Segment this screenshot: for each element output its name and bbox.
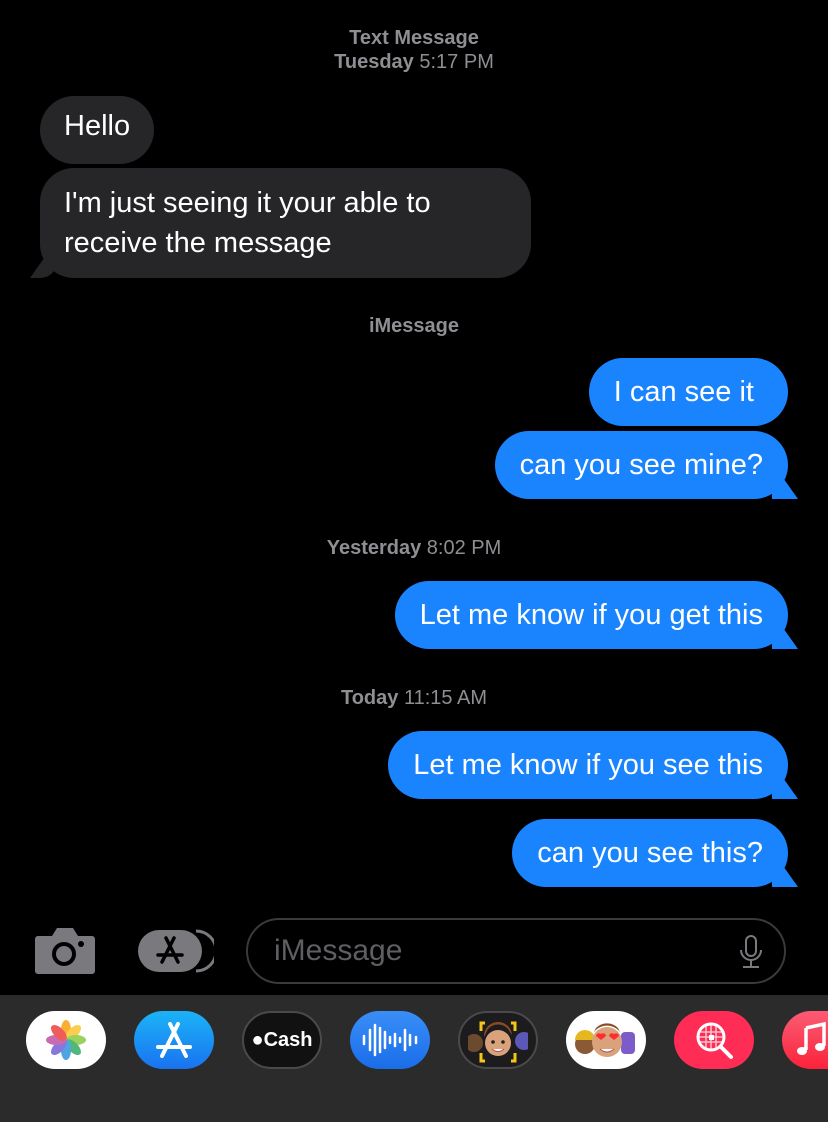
- app-store-icon: [138, 929, 214, 973]
- timestamp-divider: Today 11:15 AM: [340, 687, 487, 709]
- timestamp-divider: Yesterday 8:02 PM: [326, 537, 502, 559]
- app-apple-cash[interactable]: ●Cash: [242, 1011, 322, 1069]
- sent-message[interactable]: Let me know if you get this: [394, 581, 788, 649]
- app-store[interactable]: [134, 1011, 214, 1069]
- music-icon: [797, 1021, 826, 1055]
- audio-waveform-icon: [362, 1023, 418, 1057]
- apple-cash-icon: ●Cash: [251, 1028, 313, 1051]
- received-message[interactable]: I'm just seeing it your able to receive …: [40, 168, 531, 278]
- message-input[interactable]: iMessage: [246, 918, 786, 984]
- sent-message[interactable]: can you see mine?: [494, 431, 788, 499]
- app-drawer: ●Cash: [0, 995, 828, 1122]
- apps-button[interactable]: [138, 928, 214, 974]
- camera-icon: [35, 928, 95, 974]
- sent-message[interactable]: I can see it: [588, 358, 788, 426]
- timestamp-day: Tuesday: [334, 51, 414, 73]
- composer-bar: iMessage: [0, 916, 828, 988]
- microphone-icon[interactable]: [738, 934, 764, 970]
- timestamp-time: 5:17 PM: [419, 51, 494, 73]
- sent-message[interactable]: can you see this?: [512, 819, 788, 887]
- camera-button[interactable]: [34, 924, 96, 976]
- app-audio-message[interactable]: [350, 1011, 430, 1069]
- sent-message[interactable]: Let me know if you see this: [388, 731, 788, 799]
- memoji-icon: [468, 1021, 528, 1063]
- memoji-stickers-icon: [575, 1023, 635, 1057]
- thread-header-timestamp: Text Message Tuesday 5:17 PM: [0, 26, 828, 74]
- app-images-search[interactable]: [674, 1011, 754, 1069]
- app-music[interactable]: [782, 1011, 828, 1069]
- globe-search-icon: [696, 1022, 733, 1059]
- app-memoji-stickers[interactable]: [566, 1011, 646, 1069]
- photos-icon: [46, 1020, 86, 1060]
- app-photos[interactable]: [26, 1011, 106, 1069]
- app-memoji[interactable]: [458, 1011, 538, 1069]
- service-label: Text Message: [349, 27, 479, 49]
- app-store-icon: [156, 1022, 192, 1058]
- service-divider-label: iMessage: [368, 315, 460, 337]
- received-message[interactable]: Hello: [40, 96, 155, 164]
